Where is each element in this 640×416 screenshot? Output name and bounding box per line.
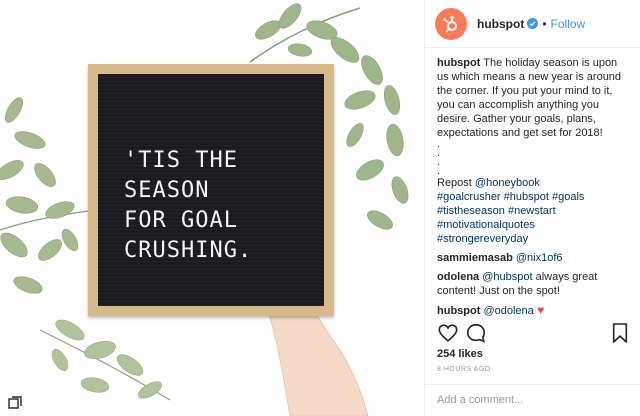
letterboard-felt: 'TIS THE SEASON FOR GOAL CRUSHING. [98,74,324,306]
comment-item: sammiemasab @nix1of6 [437,251,628,265]
hashtag-link[interactable]: #hubspot [504,191,549,203]
verified-badge-icon [527,18,539,29]
repost-line: Repost @honeybook [437,176,628,190]
comment-username[interactable]: hubspot [437,305,480,316]
caption-dot: . [437,165,441,177]
hashtag-link[interactable]: #strongereveryday [437,233,528,245]
post-author-username[interactable]: hubspot [477,17,524,31]
hashtag-link[interactable]: #newstart [508,205,556,217]
comment-username[interactable]: odolena [437,271,479,283]
letterboard-line: FOR GOAL [124,208,238,233]
letterboard-line: CRUSHING. [124,238,253,263]
caption-dots: . . . . [437,138,628,177]
comment-list: hubspot The holiday season is upon us wh… [425,48,640,316]
comment-mention-link[interactable]: @hubspot [482,271,532,283]
caption-username[interactable]: hubspot [437,57,480,69]
add-comment-bar [425,384,640,416]
separator-dot: • [542,16,547,31]
letterboard: 'TIS THE SEASON FOR GOAL CRUSHING. [88,64,334,316]
post-sidebar: hubspot • Follow hubspot The holiday sea… [424,0,640,416]
follow-button[interactable]: Follow [551,17,586,31]
hashtag-list: #goalcrusher #hubspot #goals #tistheseas… [437,190,628,246]
comment-mention-link[interactable]: @nix1of6 [516,252,563,264]
multiple-photos-icon [8,396,22,409]
letterboard-line: 'TIS THE [124,148,238,173]
comment-item: hubspot @odolena ♥ [437,303,628,316]
repost-prefix: Repost [437,177,475,189]
like-count[interactable]: 254 likes [437,348,483,360]
heart-outline-icon[interactable] [437,322,459,344]
caption-dot: . [437,138,441,150]
heart-emoji-icon: ♥ [533,303,545,316]
letterboard-line: SEASON [124,178,210,203]
caption-dot: . [437,147,441,159]
add-comment-input[interactable] [437,394,629,406]
hashtag-link[interactable]: #motivationalquotes [437,219,535,231]
comment-mention-link[interactable]: @odolena [483,305,533,316]
comment-item: odolena @hubspot always great content! J… [437,270,628,298]
hashtag-link[interactable]: #goalcrusher [437,191,501,203]
post-photo[interactable]: 'TIS THE SEASON FOR GOAL CRUSHING. [0,0,424,416]
hashtag-link[interactable]: #goals [552,191,584,203]
avatar[interactable] [435,7,467,40]
post-header: hubspot • Follow [425,0,640,48]
post-actions [437,322,629,346]
repost-handle-link[interactable]: @honeybook [475,177,540,189]
hubspot-logo-icon [443,15,457,33]
hashtag-link[interactable]: #tistheseason [437,205,505,217]
comment-username[interactable]: sammiemasab [437,252,513,264]
caption-dot: . [437,156,441,168]
post-caption: hubspot The holiday season is upon us wh… [437,56,628,246]
comment-bubble-icon[interactable] [465,322,487,344]
bookmark-icon[interactable] [611,322,629,344]
post-timestamp[interactable]: 8 HOURS AGO [437,366,491,373]
caption-text: The holiday season is upon us which mean… [437,57,622,139]
